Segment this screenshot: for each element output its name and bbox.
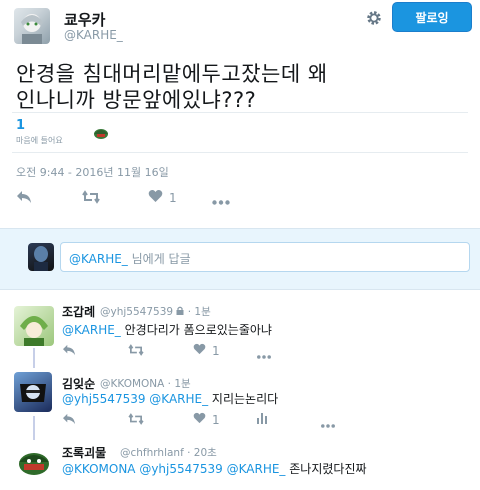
retweet-icon[interactable] xyxy=(128,413,144,429)
more-icon[interactable] xyxy=(320,417,336,432)
like-count: 1 xyxy=(212,343,220,358)
reply-text: @KARHE_ 안경다리가 폼으로있는줄아냐 xyxy=(62,321,272,338)
lock-icon xyxy=(176,306,187,318)
reply-icon[interactable] xyxy=(62,413,76,429)
my-avatar-art-icon xyxy=(34,246,48,271)
like-button[interactable]: 1 xyxy=(148,189,177,206)
tweet-text-line-2: 인나니까 방문앞에있냐??? xyxy=(16,88,257,112)
retweet-icon[interactable] xyxy=(82,190,100,208)
thread-line xyxy=(33,348,35,368)
reply-text: @KKOMONA @yhj5547539 @KARHE_ 존나지렸다진짜 xyxy=(62,460,367,477)
author-name[interactable]: 쿄우카 xyxy=(64,9,105,30)
author-handle[interactable]: @KARHE_ xyxy=(64,28,123,42)
my-avatar xyxy=(28,243,54,271)
reply-time: · 20초 xyxy=(187,447,217,459)
likes-count[interactable]: 1 xyxy=(16,118,25,133)
reply-author-name[interactable]: 조갑례 xyxy=(62,303,95,320)
like-button[interactable]: 1 xyxy=(193,412,220,427)
reply-handle-text: @yhj5547539 xyxy=(100,306,174,318)
gear-icon[interactable] xyxy=(364,8,384,28)
thread-line xyxy=(33,416,35,440)
author-avatar-art-icon xyxy=(21,14,43,44)
reply-icon[interactable] xyxy=(16,190,32,208)
reply-mentions[interactable]: @yhj5547539 @KARHE_ xyxy=(62,392,208,406)
reply-avatar[interactable] xyxy=(14,444,54,484)
following-button[interactable]: 팔로잉 xyxy=(392,2,472,32)
reply-time: · 1분 xyxy=(187,306,211,318)
reply-mentions[interactable]: @KKOMONA @yhj5547539 @KARHE_ xyxy=(62,462,285,476)
retweet-icon[interactable] xyxy=(128,344,144,360)
reply-mention: @KARHE_ xyxy=(69,252,128,266)
liker-avatar-icon xyxy=(94,129,108,139)
analytics-icon[interactable] xyxy=(256,412,268,428)
heart-icon xyxy=(193,343,206,358)
reply-time: · 1분 xyxy=(167,378,191,390)
like-button[interactable]: 1 xyxy=(193,343,220,358)
heart-icon xyxy=(148,189,163,206)
tweet-timestamp[interactable]: 오전 9:44 - 2016년 11월 16일 xyxy=(16,164,169,180)
reply-avatar[interactable] xyxy=(14,306,54,346)
reply-body: 안경다리가 폼으로있는줄아냐 xyxy=(120,323,272,337)
reply-mentions[interactable]: @KARHE_ xyxy=(62,323,121,337)
reply-icon[interactable] xyxy=(62,344,76,360)
reply-avatar-art-icon xyxy=(20,316,48,346)
likes-label[interactable]: 마음에 들어요 xyxy=(16,135,63,146)
reply-handle[interactable]: @yhj5547539 · 1분 xyxy=(100,304,211,319)
author-avatar[interactable] xyxy=(14,8,50,44)
heart-icon xyxy=(193,412,206,427)
like-count: 1 xyxy=(169,190,177,205)
following-button-label: 팔로잉 xyxy=(415,10,449,25)
reply-body: 존나지렸다진짜 xyxy=(285,462,367,476)
more-icon[interactable] xyxy=(256,348,272,363)
divider xyxy=(12,112,468,113)
reply-avatar-art-icon xyxy=(19,453,49,475)
reply-avatar-art-icon xyxy=(20,384,46,402)
reply-author-name[interactable]: 조록괴물 xyxy=(62,444,106,461)
like-count: 1 xyxy=(212,412,220,427)
reply-text: @yhj5547539 @KARHE_ 지리는논리다 xyxy=(62,390,278,407)
liker-avatar[interactable] xyxy=(92,124,110,142)
reply-handle-text: @chfhrhlanf xyxy=(120,447,184,459)
reply-handle[interactable]: @KKOMONA · 1분 xyxy=(100,376,191,391)
reply-input[interactable]: @KARHE_ 님에게 답글 xyxy=(60,242,470,272)
reply-avatar[interactable] xyxy=(14,372,52,412)
reply-handle[interactable]: @chfhrhlanf · 20초 xyxy=(120,445,217,460)
reply-handle-text: @KKOMONA xyxy=(100,378,165,390)
more-icon[interactable] xyxy=(212,194,230,209)
divider xyxy=(12,152,468,153)
reply-placeholder: 님에게 답글 xyxy=(127,252,191,266)
reply-body: 지리는논리다 xyxy=(208,392,279,406)
